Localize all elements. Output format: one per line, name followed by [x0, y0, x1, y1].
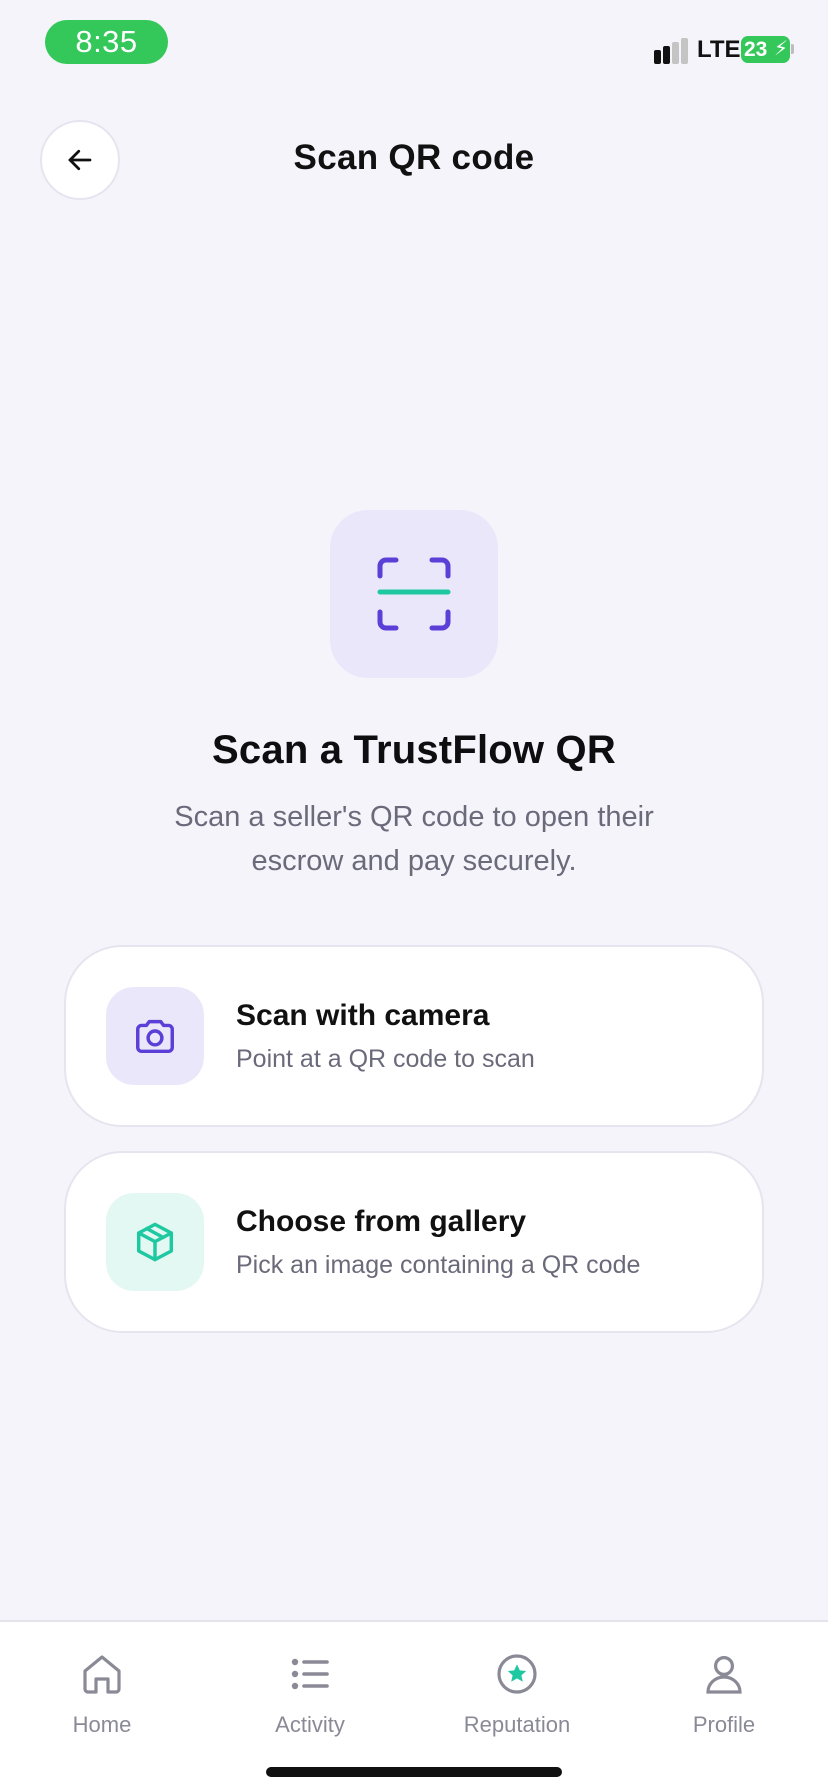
option-title: Choose from gallery: [236, 1205, 527, 1238]
camera-icon-tile: [106, 987, 204, 1085]
choose-from-gallery-option[interactable]: Choose from gallery Pick an image contai…: [64, 1151, 764, 1333]
hero-title: Scan a TrustFlow QR: [212, 728, 616, 772]
status-time: 8:35: [45, 20, 168, 64]
signal-icon: [654, 38, 688, 64]
scan-qr-screen: 8:35 LTE 23 ⚡ Scan QR code Scan a TrustF…: [0, 0, 828, 1792]
battery-level: 23: [744, 38, 768, 61]
scan-with-camera-option[interactable]: Scan with camera Point at a QR code to s…: [64, 945, 764, 1127]
scan-illustration: [330, 510, 498, 678]
battery-tip: [791, 44, 794, 54]
network-type: LTE: [697, 36, 741, 63]
option-subtitle: Pick an image containing a QR code: [236, 1251, 641, 1279]
nav-item-reputation[interactable]: Reputation: [437, 1650, 597, 1738]
nav-item-home[interactable]: Home: [22, 1650, 182, 1738]
status-bar: 8:35 LTE 23 ⚡: [0, 0, 828, 80]
page-title: Scan QR code: [293, 138, 535, 177]
scan-frame-icon: [377, 557, 451, 631]
option-title: Scan with camera: [236, 999, 490, 1032]
camera-icon: [136, 1019, 174, 1054]
box-icon: [136, 1222, 174, 1262]
hero-description: Scan a seller's QR code to open their es…: [174, 801, 654, 877]
home-icon: [83, 1655, 121, 1694]
battery-icon: 23 ⚡: [741, 36, 790, 63]
nav-item-activity[interactable]: Activity: [230, 1650, 390, 1738]
nav-label-reputation: Reputation: [463, 1712, 571, 1737]
nav-item-profile[interactable]: Profile: [644, 1650, 804, 1738]
home-indicator[interactable]: [266, 1767, 562, 1777]
star-badge-icon: [497, 1654, 537, 1694]
nav-label-activity: Activity: [275, 1712, 345, 1737]
nav-label-profile: Profile: [692, 1712, 756, 1737]
user-icon: [706, 1656, 742, 1694]
option-subtitle: Point at a QR code to scan: [236, 1045, 535, 1073]
box-icon-tile: [106, 1193, 204, 1291]
list-icon: [291, 1658, 329, 1690]
charging-bolt-icon: ⚡: [773, 38, 788, 60]
nav-label-home: Home: [72, 1712, 132, 1737]
